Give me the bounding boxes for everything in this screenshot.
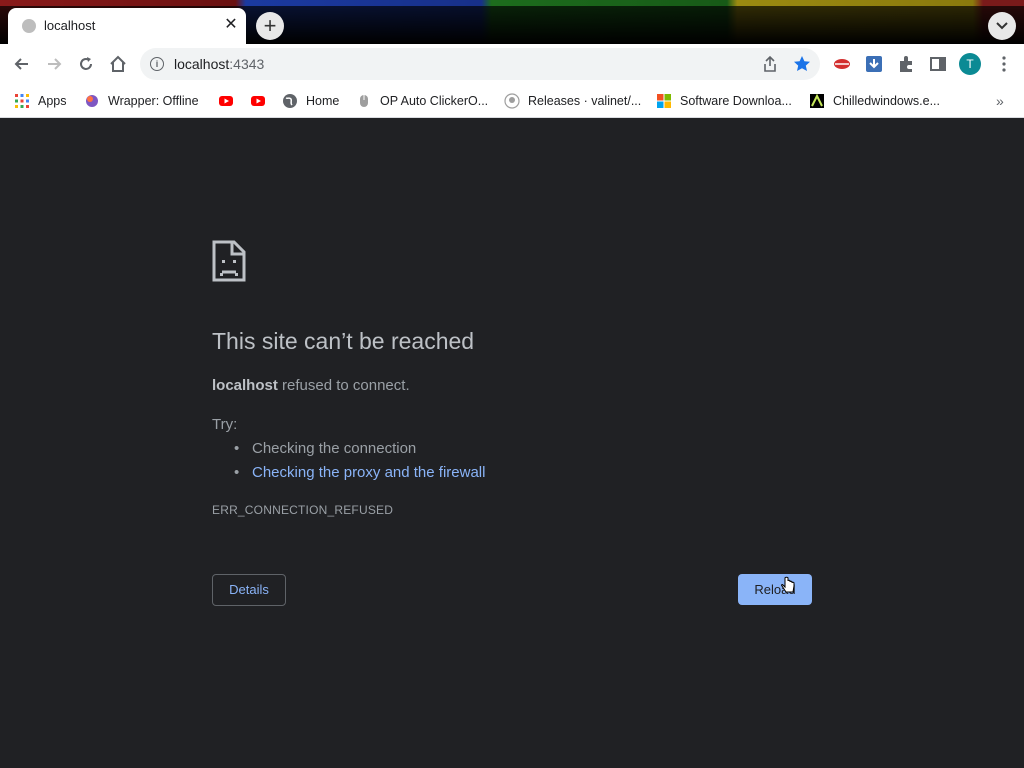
- bookmark-label: Apps: [38, 94, 67, 108]
- github-icon: [504, 93, 520, 109]
- tab-title: localhost: [44, 18, 96, 33]
- details-button[interactable]: Details: [212, 574, 286, 606]
- url-port: :4343: [229, 56, 265, 72]
- error-message-text: refused to connect.: [277, 377, 410, 394]
- back-icon[interactable]: [12, 54, 32, 74]
- hand-cursor-icon: [781, 576, 795, 593]
- toolbar: i localhost:4343 T: [0, 44, 1024, 84]
- bookmark-label: Wrapper: Offline: [108, 94, 199, 108]
- chilledwindows-icon: [810, 93, 824, 108]
- share-icon[interactable]: [760, 54, 780, 74]
- error-host: localhost: [212, 377, 278, 394]
- bookmark-label: Software Downloa...: [680, 94, 792, 108]
- microsoft-icon: [657, 94, 671, 108]
- new-tab-button[interactable]: +: [256, 12, 284, 40]
- bookmark-label: Chilledwindows.e...: [833, 94, 940, 108]
- url-text[interactable]: localhost:4343: [174, 56, 264, 72]
- forward-icon[interactable]: [44, 54, 64, 74]
- home-icon[interactable]: [108, 54, 128, 74]
- youtube-icon: [219, 96, 233, 106]
- side-panel-icon[interactable]: [928, 54, 948, 74]
- extension-lips-icon[interactable]: [832, 54, 852, 74]
- profile-avatar[interactable]: T: [959, 53, 981, 75]
- close-tab-icon[interactable]: ✕: [222, 16, 240, 34]
- bookmark-label: Home: [306, 94, 340, 108]
- globe-icon: [22, 19, 36, 33]
- suggestion-check-connection: Checking the connection: [234, 440, 416, 457]
- globe-icon: [283, 94, 297, 108]
- bookmark-youtube-1[interactable]: [218, 92, 234, 110]
- reload-button[interactable]: Reload: [738, 574, 812, 605]
- mouse-icon: [360, 95, 368, 107]
- bookmark-star-icon[interactable]: [792, 54, 812, 74]
- youtube-icon: [251, 96, 265, 106]
- bookmarks-bar: Apps Wrapper: Offline Home OP Auto Click…: [0, 84, 1024, 118]
- address-bar[interactable]: i localhost:4343: [140, 48, 820, 80]
- url-host: localhost: [174, 56, 230, 72]
- bookmark-youtube-2[interactable]: [250, 92, 266, 110]
- bookmark-label: OP Auto ClickerO...: [380, 94, 489, 108]
- apps-grid-icon: [15, 94, 29, 108]
- bookmark-label: Releases · valinet/...: [528, 94, 642, 108]
- error-page: This site can’t be reached localhost ref…: [0, 118, 1024, 768]
- site-info-icon[interactable]: i: [150, 57, 164, 71]
- bookmarks-overflow-icon[interactable]: »: [996, 92, 1004, 110]
- wrapper-icon: [86, 95, 98, 107]
- tab-localhost[interactable]: localhost ✕: [8, 8, 246, 44]
- extensions-puzzle-icon[interactable]: [896, 54, 916, 74]
- error-message: localhost refused to connect.: [212, 377, 410, 394]
- try-label: Try:: [212, 416, 238, 433]
- chevron-down-icon: [996, 22, 1008, 30]
- more-menu-icon[interactable]: [994, 54, 1014, 74]
- suggestion-check-proxy-link[interactable]: Checking the proxy and the firewall: [234, 464, 486, 481]
- tab-search-button[interactable]: [988, 12, 1016, 40]
- sad-page-icon: [212, 240, 246, 282]
- error-code: ERR_CONNECTION_REFUSED: [212, 503, 394, 517]
- download-extension-icon[interactable]: [864, 54, 884, 74]
- error-heading: This site can’t be reached: [212, 328, 475, 354]
- reload-icon[interactable]: [76, 54, 96, 74]
